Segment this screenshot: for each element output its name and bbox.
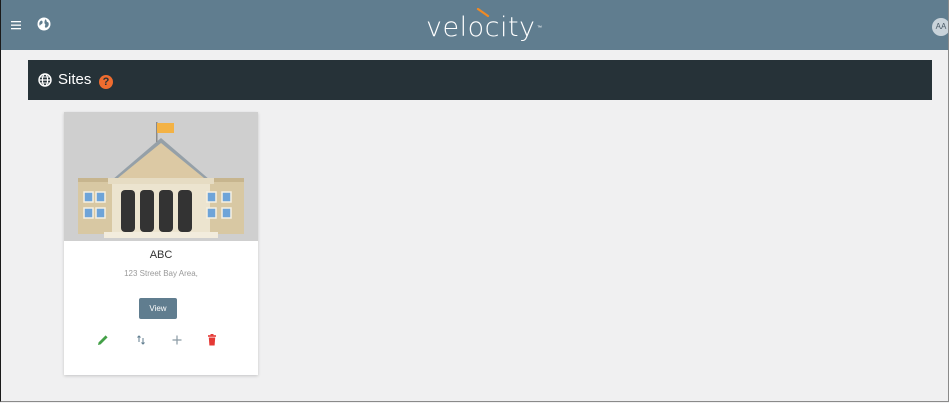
site-address: 123 Street Bay Area, [124, 269, 198, 278]
help-icon[interactable]: ? [99, 75, 113, 89]
app-window: velocity ™ AA Sites ? ABC 123 Street Bay… [0, 0, 949, 402]
globe-icon [38, 73, 52, 87]
delete-icon[interactable] [205, 333, 219, 347]
velocity-logo: velocity ™ [416, 8, 546, 44]
user-avatar[interactable]: AA [932, 18, 948, 36]
logo-trademark: ™ [537, 25, 542, 31]
globe-icon[interactable] [36, 16, 52, 32]
add-icon[interactable] [170, 333, 184, 347]
page-header-bar: Sites ? [28, 60, 932, 100]
top-navigation-bar: velocity ™ AA [1, 0, 948, 50]
edit-icon[interactable] [96, 333, 110, 347]
hamburger-menu-icon[interactable] [11, 19, 21, 31]
sort-icon[interactable] [134, 333, 148, 347]
site-name: ABC [149, 249, 173, 261]
logo-accent-swoosh [476, 8, 490, 18]
building-illustration [64, 112, 258, 241]
site-card: ABC 123 Street Bay Area, View [64, 112, 258, 375]
view-site-button[interactable]: View [139, 298, 177, 319]
page-title: Sites [58, 71, 92, 88]
